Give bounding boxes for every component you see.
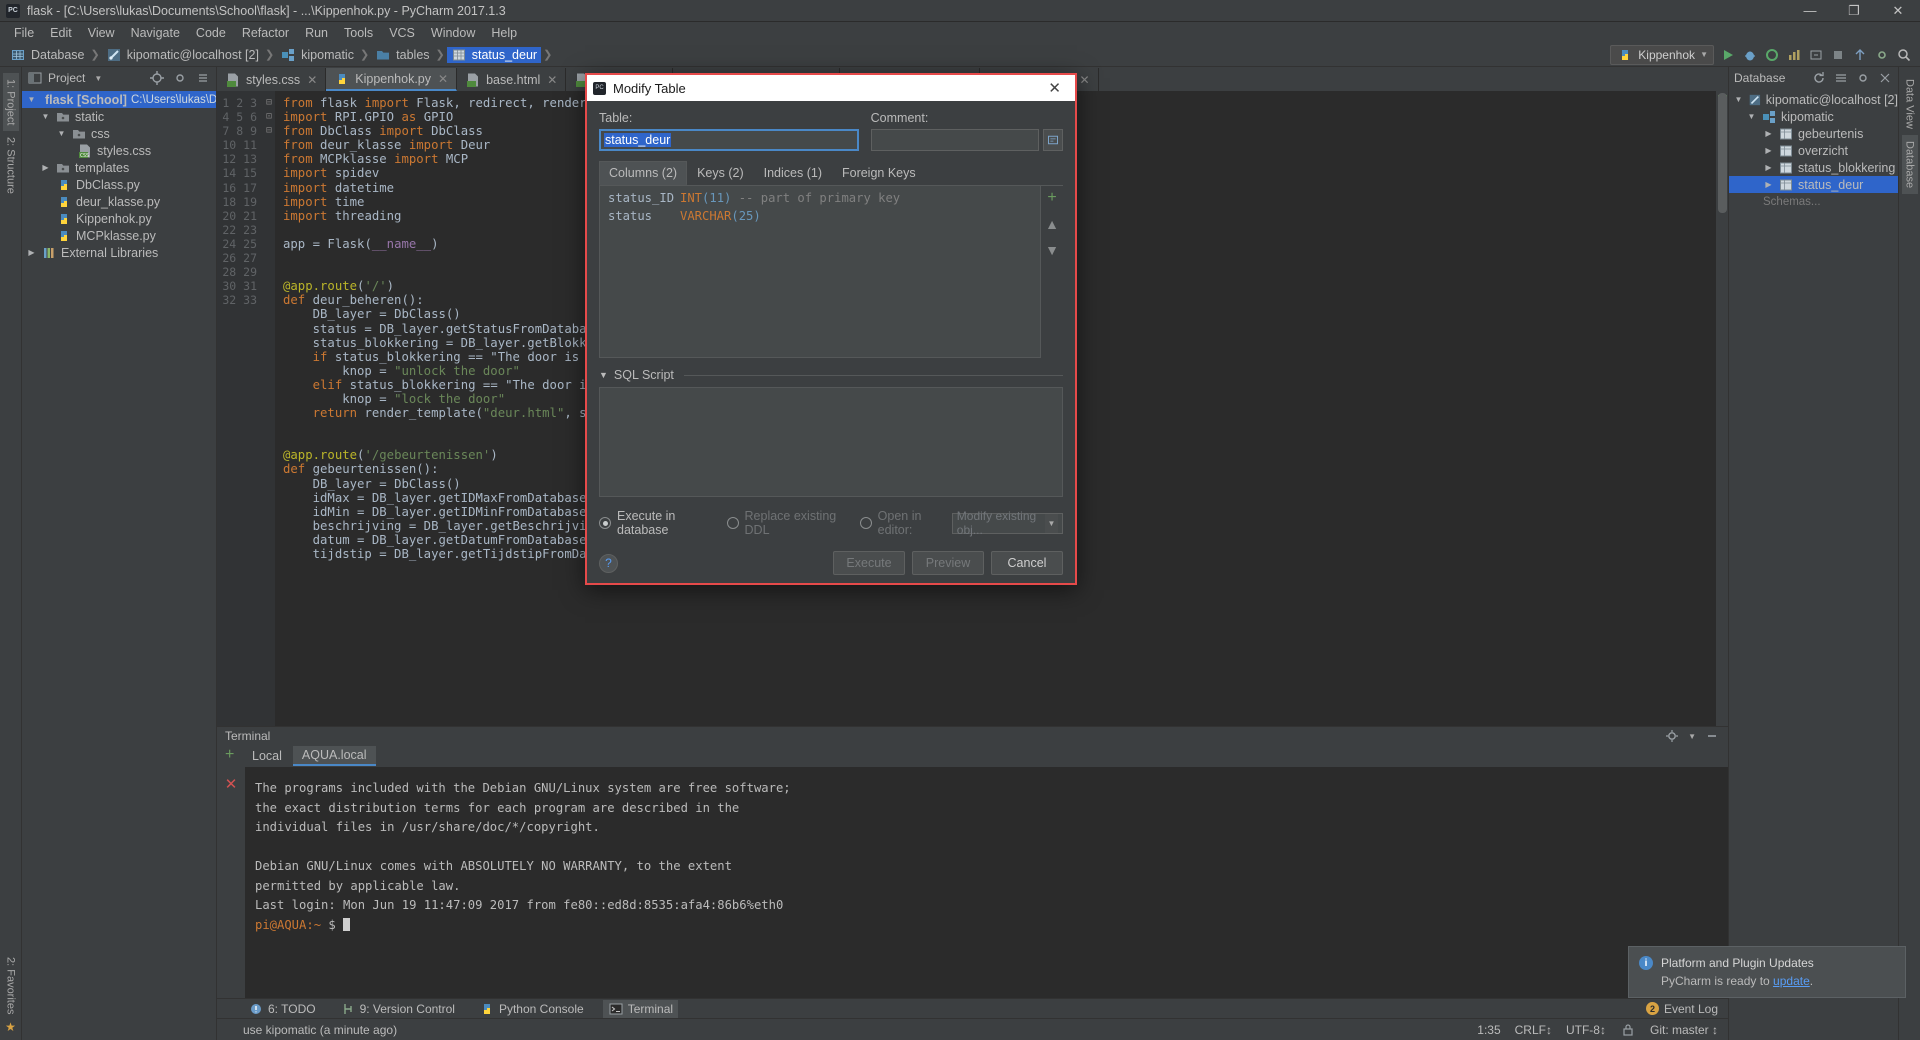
- modal-overlay: PC Modify Table ✕ Table: status_deur Com…: [0, 0, 1920, 1040]
- column-row[interactable]: status VARCHAR(25): [608, 208, 1040, 226]
- sql-script-editor[interactable]: [599, 387, 1063, 497]
- execute-button[interactable]: Execute: [833, 551, 905, 575]
- chevron-down-icon[interactable]: ▼: [1045, 513, 1058, 533]
- column-name: status_ID: [608, 191, 675, 205]
- execution-options: Execute in database Replace existing DDL…: [599, 509, 1063, 537]
- editor-target-combo[interactable]: Modify existing obj... ▼: [951, 509, 1063, 537]
- add-icon[interactable]: +: [1047, 190, 1056, 206]
- option-label: Execute in database: [617, 509, 676, 537]
- dialog-tab-indices[interactable]: Indices (1): [754, 161, 832, 185]
- comment-input-wrap: [870, 129, 1063, 151]
- radio-execute-in-database[interactable]: [599, 517, 611, 529]
- dialog-tab-foreign-keys[interactable]: Foreign Keys: [832, 161, 926, 185]
- pycharm-logo-icon: PC: [593, 81, 606, 95]
- column-note: -- part of primary key: [738, 191, 901, 205]
- table-field-label: Table:: [599, 111, 633, 125]
- modify-table-dialog: PC Modify Table ✕ Table: status_deur Com…: [585, 73, 1077, 585]
- columns-side-buttons: + ▲ ▼: [1041, 186, 1063, 358]
- table-name-input[interactable]: status_deur: [599, 129, 859, 151]
- sql-script-section: ▼ SQL Script: [599, 368, 1063, 497]
- column-type: VARCHAR: [680, 208, 732, 223]
- option-replace-existing-ddl[interactable]: Replace existing DDL: [726, 509, 839, 537]
- table-name-value: status_deur: [604, 133, 672, 147]
- dialog-title-bar: PC Modify Table ✕: [587, 75, 1075, 101]
- help-button[interactable]: ?: [599, 553, 618, 573]
- dialog-close-button[interactable]: ✕: [1040, 79, 1069, 97]
- option-open-in-editor[interactable]: Open in editor:: [859, 509, 941, 537]
- columns-grid-area: status_ID INT(11) -- part of primary key …: [599, 186, 1063, 358]
- sql-script-label: SQL Script: [613, 368, 674, 382]
- dialog-button-row: ? Execute Preview Cancel: [599, 551, 1063, 575]
- expand-editor-icon[interactable]: [1043, 129, 1063, 151]
- column-name: status: [608, 208, 653, 223]
- cancel-button[interactable]: Cancel: [991, 551, 1063, 575]
- pycharm-window: PC flask - [C:\Users\lukas\Documents\Sch…: [0, 0, 1920, 1040]
- column-type: INT: [680, 191, 703, 205]
- radio-replace-existing-ddl[interactable]: [726, 517, 739, 529]
- option-label: Replace existing DDL: [744, 509, 837, 537]
- columns-list[interactable]: status_ID INT(11) -- part of primary key …: [599, 186, 1041, 358]
- table-field-group: Table: status_deur: [599, 111, 859, 151]
- section-divider: [683, 374, 1063, 376]
- column-size: (11): [702, 191, 732, 205]
- comment-input[interactable]: [870, 129, 1039, 151]
- dialog-body: Table: status_deur Comment: Columns (2) …: [587, 101, 1075, 583]
- column-row[interactable]: status_ID INT(11) -- part of primary key: [608, 190, 1040, 208]
- preview-button[interactable]: Preview: [912, 551, 984, 575]
- editor-target-value: Modify existing obj...: [956, 509, 1037, 537]
- collapse-icon[interactable]: ▼: [599, 370, 608, 380]
- dialog-tab-keys[interactable]: Keys (2): [687, 161, 754, 185]
- sql-script-header[interactable]: ▼ SQL Script: [599, 368, 1063, 382]
- dialog-action-buttons: Execute Preview Cancel: [833, 551, 1063, 575]
- option-label: Open in editor:: [877, 509, 922, 537]
- move-up-icon[interactable]: ▲: [1045, 217, 1059, 231]
- dialog-tab-columns[interactable]: Columns (2): [599, 161, 688, 185]
- option-execute-in-database[interactable]: Execute in database: [599, 509, 706, 537]
- dialog-tab-bar: Columns (2) Keys (2) Indices (1) Foreign…: [599, 161, 1063, 186]
- radio-open-in-editor[interactable]: [859, 517, 872, 529]
- comment-field-group: Comment:: [870, 111, 1063, 151]
- move-down-icon[interactable]: ▼: [1045, 243, 1059, 257]
- comment-field-label: Comment:: [870, 111, 929, 125]
- dialog-title: Modify Table: [613, 80, 686, 96]
- column-size: (25): [731, 208, 761, 223]
- dialog-field-row: Table: status_deur Comment:: [599, 111, 1063, 151]
